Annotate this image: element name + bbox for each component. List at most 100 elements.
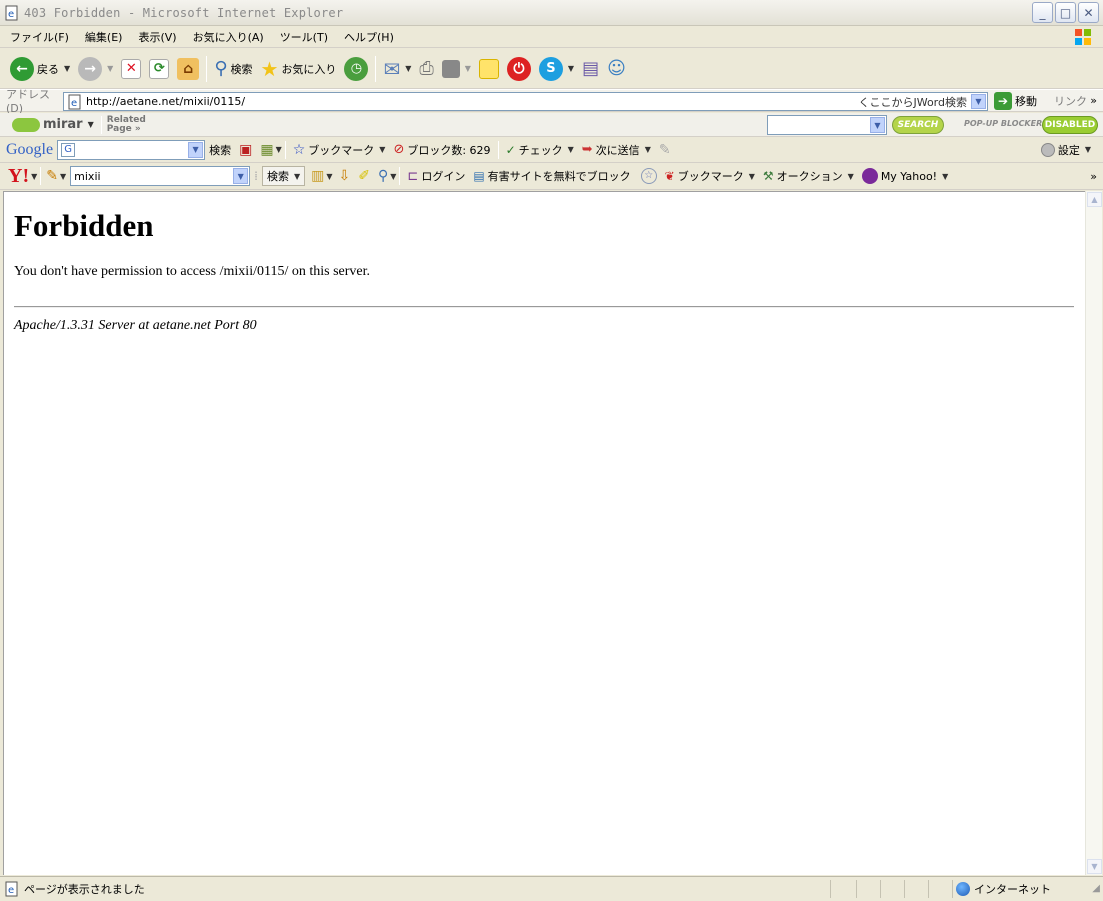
- svg-text:e: e: [71, 98, 77, 109]
- notes-button[interactable]: [475, 54, 503, 84]
- power-button[interactable]: ⏻: [503, 54, 535, 84]
- address-bar: アドレス(D) e http://aetane.net/mixii/0115/ …: [0, 88, 1103, 115]
- page-search-dropdown-icon[interactable]: ▼: [390, 172, 396, 181]
- yahoo-logo[interactable]: Y!: [8, 165, 29, 188]
- popup-blocked-button[interactable]: ⊘ ブロック数: 629: [389, 140, 494, 160]
- research-button[interactable]: ▤: [578, 54, 603, 84]
- yahoo-login-button[interactable]: ⊏ ログイン: [403, 166, 469, 186]
- menu-file[interactable]: ファイル(F): [0, 29, 77, 45]
- download-icon[interactable]: ⇩: [339, 168, 351, 184]
- highlighter-icon[interactable]: ✎: [659, 142, 671, 158]
- back-button[interactable]: ← 戻る ▼: [6, 54, 74, 84]
- my-yahoo-icon: [861, 168, 878, 184]
- yahoo-star-icon[interactable]: ☆: [640, 168, 657, 184]
- menu-tools[interactable]: ツール(T): [272, 29, 336, 45]
- scroll-down-arrow-icon[interactable]: ▼: [1087, 859, 1102, 874]
- home-button[interactable]: ⌂: [173, 54, 203, 84]
- mirar-toolbar: mirar ▼ Related Page » ▼ SEARCH POP-UP B…: [0, 113, 1103, 137]
- google-search-input[interactable]: G ▼: [57, 139, 206, 160]
- skype-button[interactable]: S ▼: [535, 54, 578, 84]
- menu-help[interactable]: ヘルプ(H): [336, 29, 402, 45]
- google-bookmarks-button[interactable]: ☆ ブックマーク ▼: [289, 140, 390, 160]
- vertical-scrollbar[interactable]: ▲ ▼: [1085, 191, 1102, 875]
- title-bar: e 403 Forbidden - Microsoft Internet Exp…: [0, 0, 1103, 26]
- history-button[interactable]: ◷: [340, 54, 372, 84]
- yahoo-search-dropdown-icon[interactable]: ▼: [233, 168, 249, 184]
- mail-button[interactable]: ✉ ▼: [379, 54, 415, 84]
- block-sites-label: 有害サイトを無料でブロック: [487, 170, 631, 183]
- go-button[interactable]: ➔ 移動: [994, 92, 1037, 110]
- yahoo-toolbar: Y! ▼ ✎ ▼ mixii ▼ ⁞ 検索 ▼ ▥ ▼ ⇩ ✐ ⚲ ▼ ⊏ ログ…: [0, 163, 1103, 190]
- folder-icon[interactable]: ▥: [311, 168, 324, 184]
- mirar-search-dropdown-icon[interactable]: ▼: [870, 117, 885, 133]
- more-chevron-icon[interactable]: »: [1090, 170, 1097, 183]
- google-search-dropdown-icon[interactable]: ▼: [188, 141, 204, 158]
- edit-dropdown-icon[interactable]: ▼: [465, 64, 471, 73]
- address-input[interactable]: e http://aetane.net/mixii/0115/ くここからJWo…: [63, 92, 988, 111]
- yahoo-search-input[interactable]: mixii ▼: [70, 166, 251, 186]
- back-dropdown-icon[interactable]: ▼: [64, 64, 70, 73]
- mail-dropdown-icon[interactable]: ▼: [405, 64, 411, 73]
- forward-button[interactable]: → ▼: [74, 54, 117, 84]
- news-icon[interactable]: ▣: [239, 142, 252, 158]
- search-label: 検索: [230, 62, 253, 76]
- mirar-search-button[interactable]: SEARCH: [892, 116, 944, 134]
- pen-icon[interactable]: ✎: [46, 168, 58, 184]
- send-to-label: 次に送信: [595, 143, 640, 157]
- stop-button[interactable]: ✕: [117, 54, 145, 84]
- scroll-up-arrow-icon[interactable]: ▲: [1087, 192, 1102, 207]
- send-to-button[interactable]: ➥ 次に送信 ▼: [578, 140, 655, 160]
- page-search-icon[interactable]: ⚲: [378, 168, 388, 184]
- block-sites-button[interactable]: ▤ 有害サイトを無料でブロック: [469, 166, 634, 186]
- links-button[interactable]: リンク: [1054, 93, 1087, 109]
- edit-button[interactable]: ▼: [438, 54, 475, 84]
- spellcheck-label: チェック: [518, 143, 563, 157]
- spellcheck-button[interactable]: ✓ チェック ▼: [502, 140, 578, 160]
- pagerank-icon[interactable]: ▦: [260, 142, 273, 158]
- pen-dropdown-icon[interactable]: ▼: [60, 172, 66, 181]
- google-logo[interactable]: Google: [6, 141, 53, 159]
- mirar-logo-button[interactable]: mirar ▼: [8, 114, 98, 136]
- google-toolbar: Google G ▼ 検索 ▣ ▦ ▼ ☆ ブックマーク ▼ ⊘ ブロック数: …: [0, 137, 1103, 163]
- pagerank-dropdown-icon[interactable]: ▼: [276, 145, 282, 154]
- star-icon: ★: [260, 56, 279, 81]
- google-search-button[interactable]: 検索: [205, 140, 235, 160]
- page-heading: Forbidden: [14, 208, 154, 243]
- popup-blocker-toggle[interactable]: DISABLED: [1042, 116, 1098, 134]
- yahoo-bookmarks-button[interactable]: ❦ ブックマーク ▼: [661, 166, 759, 186]
- url-text: http://aetane.net/mixii/0115/: [86, 95, 246, 108]
- related-page-button[interactable]: Related Page »: [107, 115, 146, 134]
- google-settings-dropdown-icon: ▼: [1084, 145, 1091, 154]
- menu-favorites[interactable]: お気に入り(A): [185, 29, 272, 45]
- mirar-search-input[interactable]: ▼: [767, 115, 887, 135]
- address-dropdown-icon[interactable]: ▼: [971, 94, 986, 109]
- yahoo-search-button[interactable]: 検索 ▼: [261, 166, 306, 186]
- settings-gear-icon: [1040, 142, 1055, 157]
- yahoo-auction-button[interactable]: ⚒ オークション ▼: [759, 166, 858, 186]
- forward-dropdown-icon[interactable]: ▼: [107, 64, 113, 73]
- messenger-button[interactable]: ☺: [603, 54, 630, 84]
- highlight-icon[interactable]: ✐: [358, 168, 370, 184]
- ie-page-icon: e: [5, 881, 18, 897]
- mirar-dropdown-icon[interactable]: ▼: [88, 120, 94, 129]
- my-yahoo-button[interactable]: My Yahoo! ▼: [858, 166, 952, 186]
- print-button[interactable]: ⎙: [415, 54, 437, 84]
- yahoo-search-label: 検索: [266, 170, 289, 183]
- minimize-button[interactable]: _: [1032, 2, 1053, 23]
- refresh-button[interactable]: ⟳: [145, 54, 173, 84]
- back-label: 戻る: [37, 62, 59, 76]
- google-settings-button[interactable]: 設定 ▼: [1037, 140, 1095, 160]
- menu-view[interactable]: 表示(V): [130, 29, 184, 45]
- search-button[interactable]: ⚲ 検索: [210, 54, 256, 84]
- skype-dropdown-icon[interactable]: ▼: [568, 64, 574, 73]
- favorites-button[interactable]: ★ お気に入り: [257, 54, 341, 84]
- close-button[interactable]: ✕: [1078, 2, 1099, 23]
- maximize-button[interactable]: □: [1055, 2, 1076, 23]
- folder-dropdown-icon[interactable]: ▼: [326, 172, 332, 181]
- yahoo-menu-dropdown-icon[interactable]: ▼: [31, 172, 37, 181]
- resize-grip-icon[interactable]: ◢: [1092, 883, 1100, 894]
- go-label: 移動: [1015, 95, 1037, 108]
- more-chevron-icon[interactable]: »: [1090, 94, 1097, 107]
- menu-edit[interactable]: 編集(E): [77, 29, 131, 45]
- error-message: You don't have permission to access /mix…: [14, 264, 370, 279]
